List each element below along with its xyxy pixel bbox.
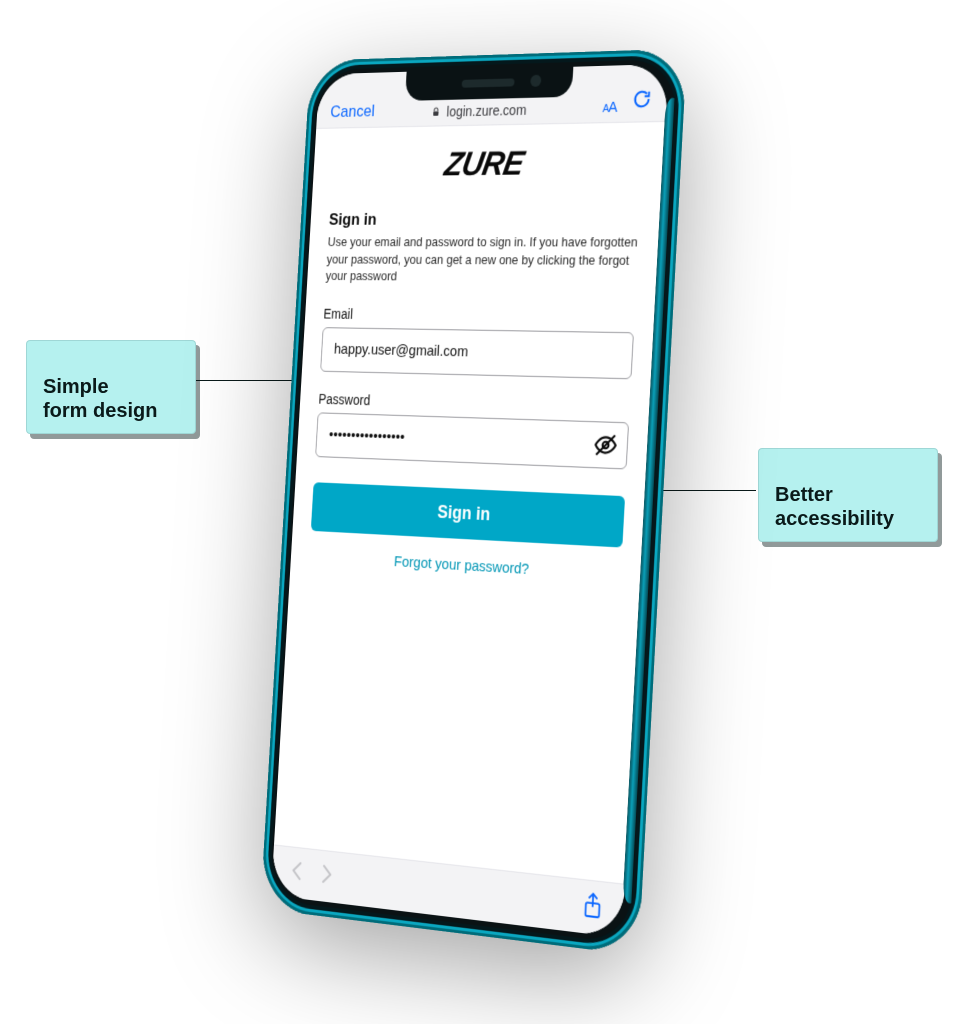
password-field-wrap [315,412,629,469]
brand-logo: ZURE [441,145,526,185]
page-title: Sign in [328,209,640,230]
sign-in-button[interactable]: Sign in [311,482,625,547]
password-field[interactable] [327,425,617,454]
phone-mockup: Cancel login.zure.com AA [170,10,710,1010]
phone-screen: Cancel login.zure.com AA [271,64,669,938]
callout-text: Better accessibility [775,484,894,530]
phone-notch [405,67,573,101]
email-field[interactable] [332,340,621,365]
reader-small-a: A [602,103,608,115]
eye-off-icon [593,431,618,458]
reader-mode-button[interactable]: AA [602,99,617,116]
reload-icon [631,88,653,111]
forgot-password-link[interactable]: Forgot your password? [394,553,530,578]
share-icon [582,891,604,920]
password-label: Password [318,391,630,416]
chevron-right-icon [321,863,334,884]
nav-back-button[interactable] [290,860,303,887]
lock-icon [431,106,442,118]
share-button[interactable] [581,891,603,926]
toggle-password-visibility[interactable] [593,431,618,458]
callout-text: Simple form design [43,376,157,422]
email-label: Email [323,306,635,326]
address-bar[interactable]: login.zure.com [431,102,527,120]
callout-accessibility: Better accessibility [758,448,938,542]
nav-forward-button[interactable] [320,863,333,890]
reader-large-a: A [608,99,617,116]
browser-bottom-toolbar [271,844,625,938]
chevron-left-icon [290,860,303,881]
cancel-button[interactable]: Cancel [330,102,375,122]
page-content: ZURE Sign in Use your email and password… [274,121,666,884]
email-field-wrap [320,327,634,379]
reload-button[interactable] [631,88,653,116]
page-description: Use your email and password to sign in. … [325,233,639,287]
address-text: login.zure.com [446,102,527,120]
